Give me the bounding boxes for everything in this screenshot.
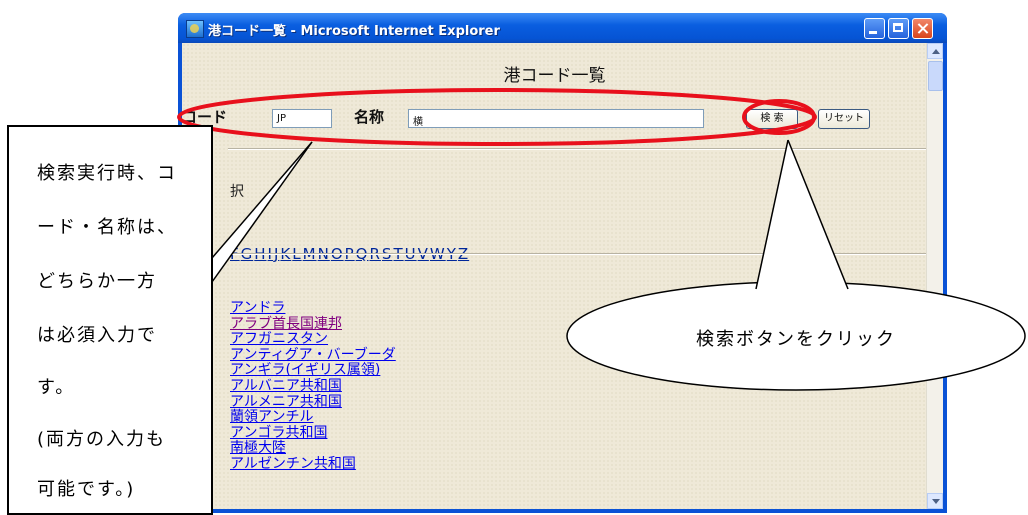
input-row-highlight-ellipse [177, 88, 817, 146]
callout-line: 可能です。) [37, 479, 136, 500]
callout-line: ード・名称は、 [37, 217, 177, 238]
callout-line: す。 [37, 377, 76, 398]
bubble-text: 検索ボタンをクリック [696, 329, 896, 350]
callout-line: 検索実行時、コ [37, 163, 177, 184]
callout-line: どちらか一方 [37, 271, 157, 292]
left-callout-box: 検索実行時、コ ード・名称は、 どちらか一方 は必須入力で す。 (両方の入力も… [7, 125, 213, 515]
left-callout-pointer [211, 141, 313, 259]
callout-line: は必須入力で [37, 325, 157, 346]
callout-line: (両方の入力も [37, 429, 167, 450]
